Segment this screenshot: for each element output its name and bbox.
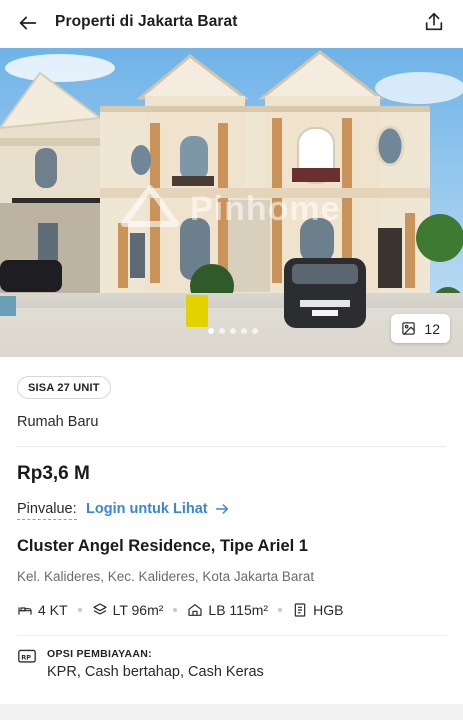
gallery-dot[interactable]: [208, 328, 214, 334]
page-title: Properti di Jakarta Barat: [55, 13, 238, 30]
financing-options: RP OPSI PEMBIAYAAN: KPR, Cash bertahap, …: [17, 648, 264, 680]
watermark-text: Pinhome: [190, 190, 341, 228]
financing-label: OPSI PEMBIAYAAN:: [47, 648, 152, 660]
document-icon: [294, 603, 306, 617]
house-icon: [188, 604, 203, 616]
gallery-dot[interactable]: [252, 328, 258, 334]
units-left-badge: SISA 27 UNIT: [17, 376, 111, 399]
divider: [17, 635, 446, 636]
property-type: Rumah Baru: [17, 414, 99, 430]
svg-text:RP: RP: [21, 653, 31, 661]
pinvalue-link-text: Login untuk Lihat: [86, 501, 208, 517]
share-icon: [425, 12, 443, 31]
pinvalue-login-link[interactable]: Login untuk Lihat: [86, 501, 230, 517]
gallery-dot[interactable]: [241, 328, 247, 334]
layers-icon: [92, 603, 107, 615]
listing-address: Kel. Kalideres, Kec. Kalideres, Kota Jak…: [17, 569, 315, 584]
photo-count-button[interactable]: 12: [391, 314, 450, 343]
property-photo-gallery[interactable]: Pinhome 12: [0, 48, 463, 357]
feature-list: 4 KT LT 96m² LB 115m² HGB: [17, 602, 343, 618]
bedrooms-value: 4 KT: [38, 602, 68, 618]
image-icon: [402, 322, 416, 335]
financing-value: KPR, Cash bertahap, Cash Keras: [47, 664, 264, 680]
certificate-value: HGB: [313, 602, 344, 618]
app-header: Properti di Jakarta Barat: [0, 0, 463, 48]
separator-dot: [173, 608, 178, 612]
gallery-pagination: [208, 328, 258, 334]
photo-count: 12: [424, 320, 440, 337]
listing-price: Rp3,6 M: [17, 463, 90, 484]
building-area-value: LB 115m²: [208, 602, 269, 618]
feature-bedrooms: 4 KT: [17, 602, 68, 618]
pinhome-watermark-logo: [121, 185, 179, 227]
gallery-dot[interactable]: [230, 328, 236, 334]
divider: [17, 446, 446, 447]
gallery-dot[interactable]: [219, 328, 225, 334]
pinvalue-label: Pinvalue:: [17, 501, 77, 520]
feature-certificate: HGB: [292, 602, 343, 618]
rupiah-card-icon: RP: [18, 649, 36, 663]
arrow-right-icon: [215, 504, 228, 514]
share-button[interactable]: [423, 11, 447, 35]
separator-dot: [278, 608, 283, 612]
land-area-value: LT 96m²: [112, 602, 164, 618]
feature-land-area: LT 96m²: [92, 602, 164, 618]
arrow-left-icon: [19, 16, 37, 30]
listing-title: Cluster Angel Residence, Tipe Ariel 1: [17, 537, 308, 555]
feature-building-area: LB 115m²: [187, 602, 268, 618]
section-separator: [0, 704, 463, 720]
back-button[interactable]: [16, 11, 40, 35]
separator-dot: [77, 608, 82, 612]
bed-icon: [18, 607, 32, 615]
